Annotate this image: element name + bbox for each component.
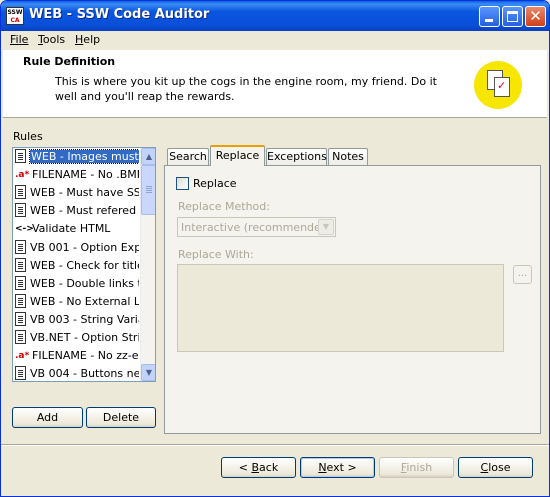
document-icon <box>15 366 26 381</box>
rules-list[interactable]: VB 004 - Buttons need.a*FILENAME - No zz… <box>12 147 156 382</box>
tab-search[interactable]: Search <box>167 148 209 166</box>
rule-list-item-label: WEB - No External Links <box>30 294 139 308</box>
footer-separator <box>1 444 549 446</box>
rule-list-item[interactable]: WEB - Must have SSW <box>15 185 139 203</box>
header-panel: Rule Definition This is where you kit up… <box>3 50 547 118</box>
rule-list-item[interactable]: VB.NET - Option Strict <box>15 330 139 348</box>
rule-list-item-label: FILENAME - No .BMP <box>32 168 139 182</box>
rule-list-item-label: WEB - Check for title <box>30 258 139 272</box>
rule-list-item-label: WEB - Must refered to <box>30 204 139 218</box>
rule-list-item[interactable]: WEB - Images must be <box>15 149 139 167</box>
rule-list-item[interactable]: WEB - Check for title <box>15 257 139 276</box>
rule-list-item-label: VB 001 - Option Explicit <box>30 240 139 254</box>
rules-scrollbar[interactable]: ▲ ▼ <box>140 148 155 381</box>
rule-list-item-label: VB.NET - Option Strict <box>30 331 139 344</box>
menu-file[interactable]: File <box>10 33 28 46</box>
title-bar[interactable]: SSW CA WEB - SSW Code Auditor ✕ <box>1 1 549 31</box>
browse-button[interactable]: ... <box>513 265 532 284</box>
scroll-up-button[interactable]: ▲ <box>141 148 155 165</box>
document-icon <box>15 239 26 254</box>
menu-help[interactable]: Help <box>75 33 100 46</box>
minimize-icon <box>485 19 493 22</box>
delete-rule-button[interactable]: Delete <box>86 407 156 428</box>
back-button[interactable]: < Back <box>221 457 296 478</box>
rule-list-item-label: WEB - Must have SSW <box>30 186 139 200</box>
window-title: WEB - SSW Code Auditor <box>29 7 210 22</box>
document-icon <box>15 293 26 308</box>
tab-notes[interactable]: Notes <box>328 148 368 166</box>
maximize-button[interactable] <box>502 6 523 27</box>
next-button[interactable]: Next > <box>300 457 375 478</box>
rule-list-item[interactable]: WEB - Double links to <box>15 275 139 294</box>
close-button[interactable]: Close <box>458 457 533 478</box>
rule-list-item[interactable]: WEB - Must refered to <box>15 203 139 221</box>
replace-with-textarea[interactable] <box>177 264 504 352</box>
document-icon <box>15 330 26 344</box>
rule-list-item-label: FILENAME - No zz-ed <box>32 349 139 363</box>
scroll-thumb[interactable] <box>141 165 155 215</box>
replace-method-label: Replace Method: <box>178 200 270 213</box>
document-icon <box>15 257 26 272</box>
header-description: This is where you kit up the cogs in the… <box>55 75 437 103</box>
tab-replace[interactable]: Replace <box>210 145 265 166</box>
rule-list-item-label: WEB - Double links to <box>30 276 139 290</box>
html-icon: <-> <box>15 224 34 235</box>
scroll-down-button[interactable]: ▼ <box>141 364 155 381</box>
finish-button[interactable]: Finish <box>379 457 454 478</box>
close-window-button[interactable]: ✕ <box>525 6 546 27</box>
header-title: Rule Definition <box>23 55 116 68</box>
document-icon <box>15 185 26 200</box>
chevron-down-icon[interactable]: ▼ <box>318 219 334 235</box>
ssw-app-icon[interactable]: SSW CA <box>6 7 24 25</box>
file-rule-icon: .a* <box>15 351 30 362</box>
document-icon <box>15 311 26 326</box>
rule-list-item[interactable]: .a* FILENAME - No zz-ed <box>15 348 139 366</box>
rule-definition-icon: ✓ <box>474 61 522 109</box>
file-rule-icon: .a* <box>15 170 30 181</box>
replace-with-label: Replace With: <box>178 248 254 261</box>
rule-list-item-label: WEB - Images must be <box>29 149 139 164</box>
rules-label: Rules <box>13 130 43 143</box>
document-icon <box>15 203 26 218</box>
rule-list-item[interactable]: <->Validate HTML <box>15 221 139 239</box>
replace-method-select[interactable]: Interactive (recommended) ▼ <box>177 217 336 237</box>
menu-bar: File Tools Help <box>1 31 549 49</box>
document-icon <box>15 149 26 163</box>
document-icon <box>15 275 26 290</box>
checkmark-icon: ✓ <box>497 79 507 92</box>
app-window: SSW CA WEB - SSW Code Auditor ✕ File Too… <box>0 0 550 497</box>
rule-list-item[interactable]: VB 001 - Option Explicit <box>15 239 139 258</box>
rule-list-item[interactable]: VB 004 - Buttons need <box>15 366 139 381</box>
minimize-button[interactable] <box>479 6 500 27</box>
rule-list-item[interactable]: VB 003 - String Variables <box>15 311 139 330</box>
app-icon-text-top: SSW <box>7 9 23 16</box>
close-icon: ✕ <box>529 7 542 25</box>
rule-list-item-label: VB 004 - Buttons need <box>30 367 139 381</box>
replace-checkbox-label[interactable]: Replace <box>193 177 237 190</box>
app-icon-text-bottom: CA <box>10 17 20 24</box>
rule-list-item-label: VB 003 - String Variables <box>30 312 139 326</box>
rule-list-item[interactable]: .a* FILENAME - No .BMP <box>15 167 139 185</box>
add-rule-button[interactable]: Add <box>12 407 83 428</box>
menu-tools[interactable]: Tools <box>38 33 65 46</box>
rule-list-item[interactable]: WEB - No External Links <box>15 293 139 312</box>
maximize-icon <box>507 11 518 22</box>
replace-checkbox[interactable] <box>176 177 189 190</box>
tab-exceptions[interactable]: Exceptions <box>266 148 327 166</box>
rule-list-item-label: Validate HTML <box>32 222 111 236</box>
replace-method-value: Interactive (recommended) <box>181 221 333 234</box>
